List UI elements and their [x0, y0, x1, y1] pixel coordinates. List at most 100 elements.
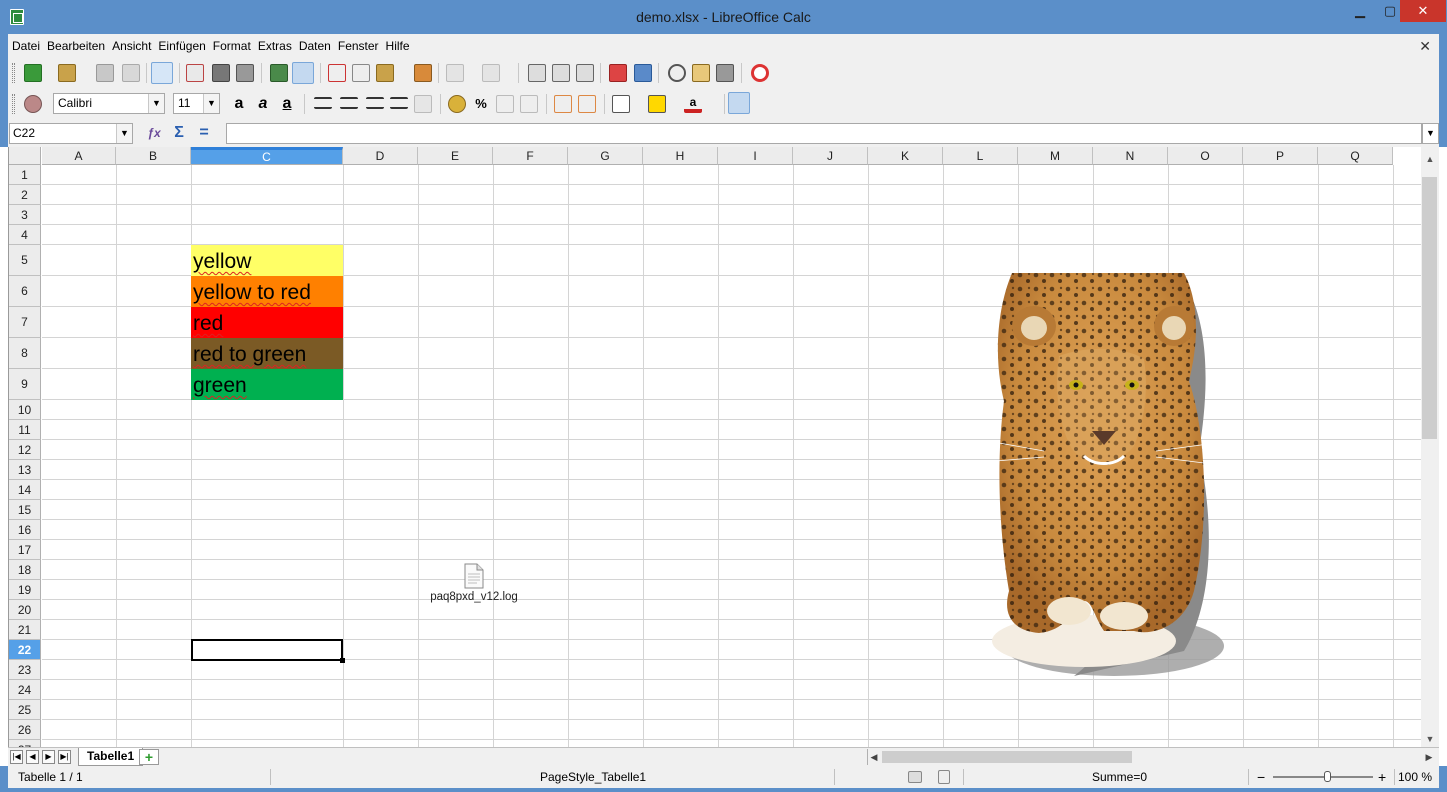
cut-icon[interactable]	[328, 64, 346, 82]
column-header-i[interactable]: I	[718, 147, 793, 165]
row-header-26[interactable]: 26	[9, 720, 41, 740]
print-preview-icon[interactable]	[236, 64, 254, 82]
copy-icon[interactable]	[352, 64, 370, 82]
document-modified-icon[interactable]	[938, 770, 950, 784]
column-header-n[interactable]: N	[1093, 147, 1168, 165]
menu-hilfe[interactable]: Hilfe	[382, 34, 413, 58]
row-header-1[interactable]: 1	[9, 165, 41, 185]
scroll-right-icon[interactable]: ▶	[1423, 749, 1435, 765]
cell-c5[interactable]: yellow	[191, 245, 343, 276]
edit-mode-icon[interactable]	[151, 62, 173, 84]
column-header-d[interactable]: D	[343, 147, 418, 165]
navigator-icon[interactable]	[668, 64, 686, 82]
toolbar-grip[interactable]	[12, 63, 15, 83]
first-sheet-icon[interactable]: |◀	[10, 750, 23, 764]
row-header-3[interactable]: 3	[9, 205, 41, 225]
cell-c9[interactable]: green	[191, 369, 343, 400]
row-header-14[interactable]: 14	[9, 480, 41, 500]
active-cell-cursor[interactable]	[191, 639, 343, 661]
grid-lines-icon[interactable]	[728, 92, 750, 114]
menu-extras[interactable]: Extras	[254, 34, 295, 58]
vertical-scroll-thumb[interactable]	[1422, 177, 1437, 439]
export-pdf-icon[interactable]	[186, 64, 204, 82]
borders-icon[interactable]	[612, 95, 630, 113]
font-name-box[interactable]: Calibri ▼	[53, 93, 165, 114]
column-header-m[interactable]: M	[1018, 147, 1093, 165]
increase-indent-icon[interactable]	[578, 95, 596, 113]
zoom-level[interactable]: 100 %	[1398, 766, 1432, 788]
previous-sheet-icon[interactable]: ◀	[26, 750, 39, 764]
email-icon[interactable]	[122, 64, 140, 82]
row-header-13[interactable]: 13	[9, 460, 41, 480]
save-icon[interactable]	[96, 64, 114, 82]
styles-icon[interactable]	[24, 95, 42, 113]
column-header-f[interactable]: F	[493, 147, 568, 165]
add-sheet-icon[interactable]: +	[139, 749, 159, 765]
vertical-scrollbar[interactable]: ▲ ▼	[1421, 147, 1439, 747]
menu-datei[interactable]: Datei	[8, 34, 43, 58]
background-color-icon[interactable]	[648, 95, 666, 113]
column-header-g[interactable]: G	[568, 147, 643, 165]
column-header-l[interactable]: L	[943, 147, 1018, 165]
print-icon[interactable]	[212, 64, 230, 82]
row-header-11[interactable]: 11	[9, 420, 41, 440]
column-header-k[interactable]: K	[868, 147, 943, 165]
chevron-down-icon[interactable]: ▼	[148, 94, 164, 113]
data-sources-icon[interactable]	[716, 64, 734, 82]
row-header-17[interactable]: 17	[9, 540, 41, 560]
sum-value[interactable]: Summe=0	[1092, 766, 1147, 788]
row-header-19[interactable]: 19	[9, 580, 41, 600]
new-document-icon[interactable]	[24, 64, 42, 82]
italic-icon[interactable]: a	[254, 95, 272, 113]
scroll-down-icon[interactable]: ▼	[1421, 731, 1439, 747]
row-header-7[interactable]: 7	[9, 307, 41, 338]
row-header-10[interactable]: 10	[9, 400, 41, 420]
name-box[interactable]: C22 ▼	[9, 123, 133, 144]
selection-mode-icon[interactable]	[908, 771, 922, 783]
add-decimal-icon[interactable]	[520, 95, 538, 113]
next-sheet-icon[interactable]: ▶	[42, 750, 55, 764]
bold-icon[interactable]: a	[230, 95, 248, 113]
paste-icon[interactable]	[376, 64, 394, 82]
row-header-27[interactable]: 27	[9, 740, 41, 747]
column-header-h[interactable]: H	[643, 147, 718, 165]
column-header-o[interactable]: O	[1168, 147, 1243, 165]
cell-c8[interactable]: red to green	[191, 338, 343, 369]
horizontal-scroll-thumb[interactable]	[882, 751, 1132, 763]
sheet-tab-tabelle1[interactable]: Tabelle1	[78, 748, 144, 766]
zoom-out-icon[interactable]: −	[1257, 766, 1265, 788]
row-header-16[interactable]: 16	[9, 520, 41, 540]
toolbar-grip[interactable]	[12, 94, 15, 114]
page-style[interactable]: PageStyle_Tabelle1	[540, 766, 646, 788]
insert-chart-icon[interactable]	[609, 64, 627, 82]
close-document-icon[interactable]: ✕	[1419, 34, 1431, 58]
align-right-icon[interactable]	[366, 97, 384, 109]
cell-c6[interactable]: yellow to red	[191, 276, 343, 307]
currency-icon[interactable]	[448, 95, 466, 113]
row-header-2[interactable]: 2	[9, 185, 41, 205]
row-header-21[interactable]: 21	[9, 620, 41, 640]
spreadsheet-grid[interactable]: ABCDEFGHIJKLMNOPQ 1 2 3 4 5 6 7 8 9 10 11 12 13 14 15 1…	[8, 147, 1421, 747]
help-icon[interactable]	[751, 64, 769, 82]
row-header-15[interactable]: 15	[9, 500, 41, 520]
function-wizard-icon[interactable]: ƒx	[145, 124, 163, 142]
row-header-22[interactable]: 22	[9, 640, 41, 660]
zoom-in-icon[interactable]: +	[1378, 766, 1386, 788]
align-left-icon[interactable]	[314, 97, 332, 109]
row-header-20[interactable]: 20	[9, 600, 41, 620]
last-sheet-icon[interactable]: ▶|	[58, 750, 71, 764]
column-header-p[interactable]: P	[1243, 147, 1318, 165]
redo-icon[interactable]	[482, 64, 500, 82]
justify-icon[interactable]	[390, 97, 408, 109]
embedded-file-object[interactable]: paq8pxd_v12.log	[419, 563, 529, 603]
pivot-table-icon[interactable]	[634, 64, 652, 82]
menu-ansicht[interactable]: Ansicht	[108, 34, 154, 58]
zoom-slider[interactable]	[1273, 776, 1373, 778]
formula-icon[interactable]: =	[195, 124, 213, 142]
menu-fenster[interactable]: Fenster	[334, 34, 382, 58]
row-header-12[interactable]: 12	[9, 440, 41, 460]
font-color-icon[interactable]: a	[684, 95, 702, 113]
undo-icon[interactable]	[446, 64, 464, 82]
font-size-box[interactable]: 11 ▼	[173, 93, 220, 114]
gallery-icon[interactable]	[692, 64, 710, 82]
